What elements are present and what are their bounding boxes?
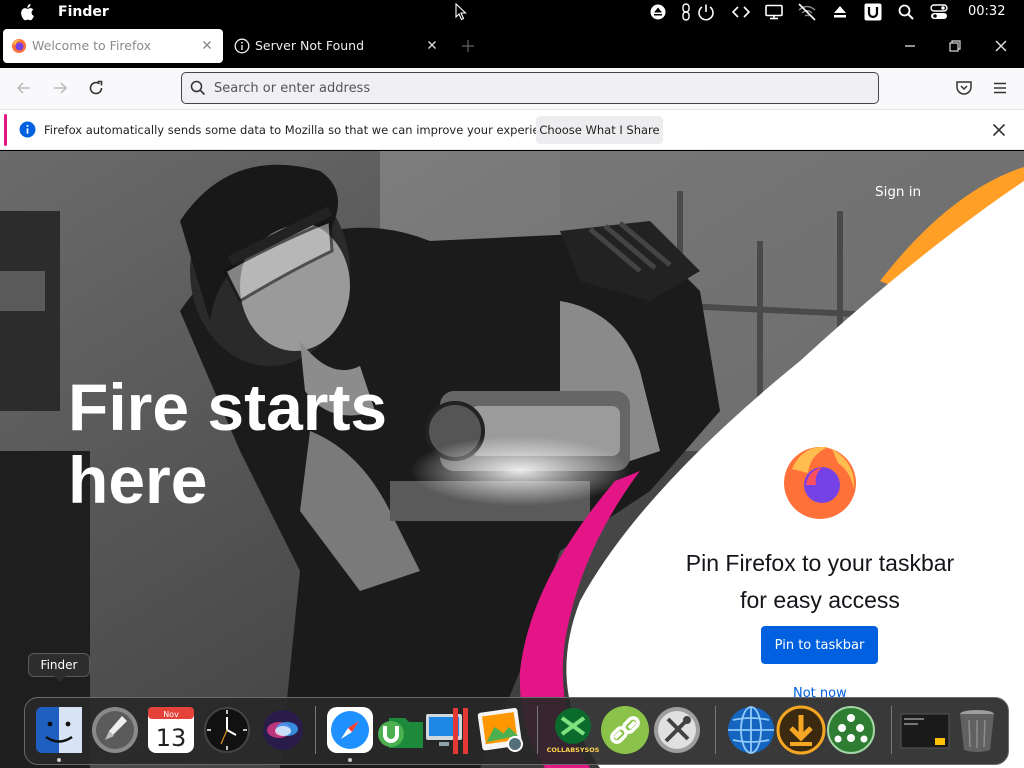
dock: Nov 13 COLLABSYSOS (24, 697, 1009, 765)
choose-what-i-share-button[interactable]: Choose What I Share (536, 116, 663, 144)
collabsysos-dock-icon[interactable]: COLLABSYSOS (547, 704, 599, 756)
collabsysos-label: COLLABSYSOS (547, 746, 599, 754)
tab-welcome-to-firefox[interactable]: Welcome to Firefox (3, 29, 223, 63)
utorrent-folder-dock-icon[interactable] (375, 704, 427, 756)
headline-line-2: here (68, 443, 208, 517)
notification-accent-stripe (4, 114, 7, 146)
menubar-clock[interactable]: 00:32 (968, 4, 1005, 19)
url-input[interactable] (214, 77, 854, 99)
pin-to-taskbar-button[interactable]: Pin to taskbar (761, 626, 878, 664)
dock-separator (891, 706, 892, 754)
welcome-page: Fire starts here Sign in Pin Firefox to … (0, 151, 1024, 768)
tab-label: Server Not Found (255, 38, 365, 53)
tab-server-not-found[interactable]: Server Not Found (226, 29, 448, 63)
power-icon[interactable] (696, 3, 716, 21)
tab-strip: Welcome to Firefox Server Not Found (0, 24, 1024, 68)
control-center-icon[interactable] (928, 3, 950, 21)
firefox-logo-icon (784, 446, 856, 519)
pin-title-line-2: for easy access (740, 587, 900, 613)
finder-dock-icon[interactable] (33, 704, 85, 756)
mouse-cursor-icon (455, 3, 467, 21)
eject-icon[interactable] (830, 3, 850, 21)
search-icon[interactable] (896, 3, 916, 21)
link-chain-dock-icon[interactable] (599, 704, 651, 756)
pin-panel-title: Pin Firefox to your taskbar for easy acc… (640, 545, 1000, 619)
back-arrow-icon[interactable] (14, 78, 34, 98)
tab-label: Welcome to Firefox (32, 38, 152, 53)
hero-headline: Fire starts here (68, 371, 488, 517)
address-bar[interactable] (181, 72, 879, 104)
link-chain-icon[interactable] (680, 3, 692, 21)
close-notification-icon[interactable] (990, 121, 1008, 139)
u-app-icon[interactable] (863, 3, 883, 21)
trash-dock-icon[interactable] (951, 704, 1003, 756)
firefox-favicon-icon (12, 39, 26, 53)
dock-tooltip: Finder (28, 653, 90, 682)
network-people-dock-icon[interactable] (825, 704, 877, 756)
hamburger-menu-icon[interactable] (990, 78, 1010, 98)
running-indicator (348, 758, 352, 762)
parallels-desktop-dock-icon[interactable] (423, 704, 475, 756)
wifi-off-icon[interactable] (796, 3, 818, 21)
sign-in-link[interactable]: Sign in (875, 184, 921, 200)
dock-separator (537, 706, 538, 754)
apple-menu-icon[interactable] (20, 3, 36, 21)
info-icon (19, 121, 36, 138)
www-globe-dock-icon[interactable] (725, 704, 777, 756)
forward-arrow-icon[interactable] (50, 78, 70, 98)
pin-title-line-1: Pin Firefox to your taskbar (685, 550, 955, 576)
preview-dock-icon[interactable] (475, 704, 527, 756)
new-tab-plus-icon[interactable] (460, 38, 476, 54)
dock-separator (715, 706, 716, 754)
navigation-toolbar (0, 68, 1024, 110)
clock-dock-icon[interactable] (201, 704, 253, 756)
reload-icon[interactable] (86, 78, 106, 98)
eject-circle-icon[interactable] (648, 3, 668, 21)
active-app-name[interactable]: Finder (58, 4, 109, 20)
running-indicator (57, 758, 61, 762)
code-brackets-icon[interactable] (730, 3, 752, 21)
calendar-dock-icon[interactable]: Nov 13 (145, 704, 197, 756)
close-tab-icon[interactable] (424, 37, 440, 53)
calendar-month: Nov (163, 710, 179, 719)
info-circle-icon (234, 38, 250, 54)
dock-separator (315, 706, 316, 754)
data-collection-notification: Firefox automatically sends some data to… (0, 110, 1024, 150)
downloader-dock-icon[interactable] (775, 704, 827, 756)
search-icon (190, 80, 206, 96)
close-window-icon[interactable] (993, 38, 1009, 54)
minimized-window-thumbnail[interactable] (899, 704, 951, 756)
headline-line-1: Fire starts (68, 370, 388, 444)
safari-dock-icon[interactable] (324, 704, 376, 756)
launchpad-dock-icon[interactable] (89, 704, 141, 756)
notification-message: Firefox automatically sends some data to… (44, 123, 564, 137)
system-tools-dock-icon[interactable] (651, 704, 703, 756)
menu-bar: Finder 00:32 (0, 0, 1024, 24)
close-tab-icon[interactable] (199, 37, 215, 53)
restore-window-icon[interactable] (947, 38, 963, 54)
display-icon[interactable] (764, 3, 784, 21)
pocket-icon[interactable] (954, 78, 974, 98)
siri-dock-icon[interactable] (257, 704, 309, 756)
minimize-window-icon[interactable] (902, 38, 918, 54)
calendar-day: 13 (156, 724, 187, 752)
